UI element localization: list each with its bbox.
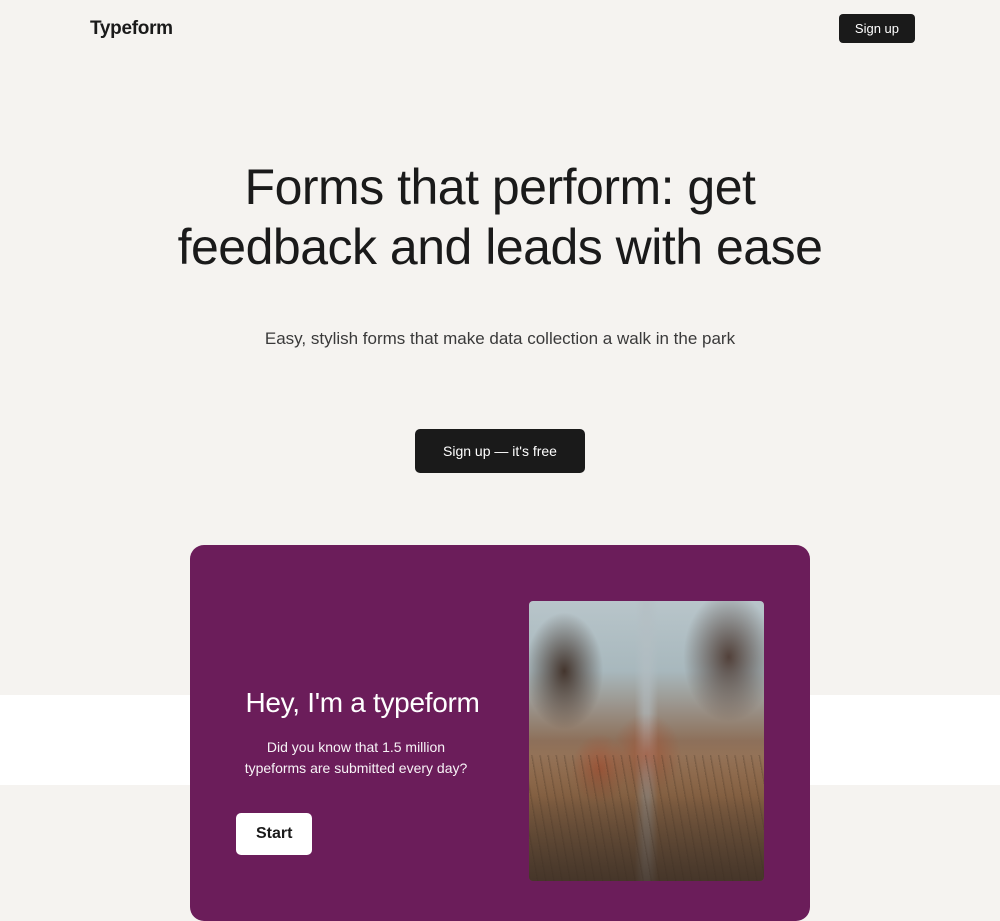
hero-title: Forms that perform: get feedback and lea… [150,157,850,277]
demo-card: Hey, I'm a typeform Did you know that 1.… [190,545,810,921]
demo-image [529,601,764,881]
signup-free-button[interactable]: Sign up — it's free [415,429,585,473]
start-button[interactable]: Start [236,813,312,855]
logo[interactable]: Typeform [90,18,173,40]
demo-text: Did you know that 1.5 million typeforms … [236,737,476,779]
signup-button-header[interactable]: Sign up [839,14,915,43]
demo-title: Hey, I'm a typeform [236,687,489,719]
hero-subtitle: Easy, stylish forms that make data colle… [40,329,960,349]
